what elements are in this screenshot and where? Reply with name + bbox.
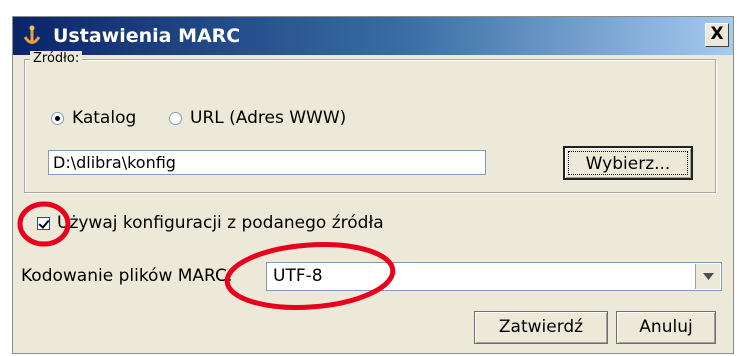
chevron-down-icon [702,273,714,280]
cancel-button[interactable]: Anuluj [616,311,716,344]
radio-button-url[interactable] [169,111,182,125]
source-path-input[interactable]: D:\dlibra\konfig [48,150,486,175]
title-bar[interactable]: Ustawienia MARC X [13,17,733,55]
browse-button[interactable]: Wybierz... [563,146,693,180]
encoding-label: Kodowanie plików MARC: [21,266,233,286]
use-config-checkbox-row[interactable]: Używaj konfiguracji z podanego źródła [37,213,384,233]
window-title: Ustawienia MARC [53,25,241,47]
close-button[interactable]: X [705,23,729,47]
radio-option-url[interactable]: URL (Adres WWW) [169,108,346,128]
use-config-checkbox[interactable] [37,216,50,230]
radio-button-katalog[interactable] [51,111,64,125]
dlibra-app-icon [23,25,41,44]
radio-option-katalog[interactable]: Katalog [51,108,136,128]
encoding-select-value: UTF-8 [273,266,323,286]
use-config-label: Używaj konfiguracji z podanego źródła [57,213,384,233]
radio-label-katalog: Katalog [72,108,137,128]
source-group-legend: Źródło: [30,51,83,66]
confirm-button[interactable]: Zatwierdź [474,311,608,344]
dropdown-button[interactable] [695,264,720,289]
radio-label-url: URL (Adres WWW) [190,108,347,128]
encoding-select[interactable]: UTF-8 [266,262,722,291]
